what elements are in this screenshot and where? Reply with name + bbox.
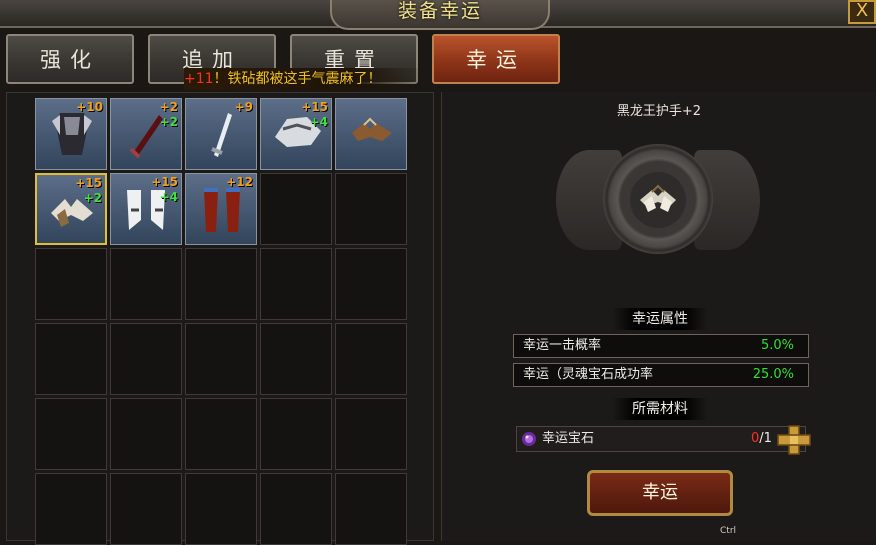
stat-row-soul-gem-rate: 幸运（灵魂宝石成功率 25.0% xyxy=(513,363,809,387)
gauntlets-icon xyxy=(640,184,676,212)
inventory-slot-empty[interactable] xyxy=(335,398,407,470)
item-level: +10 xyxy=(76,100,103,114)
action-hotkey: Ctrl xyxy=(720,526,737,536)
inventory-slot-empty[interactable] xyxy=(35,398,107,470)
inventory-slot-gauntlets-selected[interactable]: +15 +2 xyxy=(35,173,107,245)
item-display-socket[interactable] xyxy=(630,172,686,228)
material-need: /1 xyxy=(759,431,772,446)
item-level: +2 xyxy=(159,100,178,114)
item-level: +9 xyxy=(234,100,253,114)
window-title: 装备幸运 xyxy=(397,0,482,22)
gauntlets-selected-icon xyxy=(51,199,93,227)
inventory-slot-dragon-helm[interactable]: +15 +4 xyxy=(260,98,332,170)
red-pants-icon xyxy=(204,188,240,232)
tab-enhance[interactable]: 强化 xyxy=(6,34,134,84)
inventory-slot-empty[interactable] xyxy=(335,473,407,545)
item-bonus: +2 xyxy=(83,191,102,205)
inventory-slot-red-pants[interactable]: +12 xyxy=(185,173,257,245)
item-level: +15 xyxy=(301,100,328,114)
inventory-slot-empty[interactable] xyxy=(35,473,107,545)
inventory-slot-armor[interactable]: +10 xyxy=(35,98,107,170)
stat-value: 5.0% xyxy=(760,338,794,353)
inventory-slot-empty[interactable] xyxy=(260,323,332,395)
stat-label: 幸运（灵魂宝石成功率 xyxy=(523,367,654,382)
inventory-slot-empty[interactable] xyxy=(260,473,332,545)
inventory-slot-empty[interactable] xyxy=(110,248,182,320)
inventory-slot-empty[interactable] xyxy=(335,173,407,245)
inventory-slot-gauntlets[interactable] xyxy=(335,98,407,170)
inventory-slot-white-sword[interactable]: +9 xyxy=(185,98,257,170)
material-name: 幸运宝石 xyxy=(542,431,595,446)
item-bonus: +4 xyxy=(309,115,328,129)
material-count: 0/1 xyxy=(751,427,772,451)
tab-luck[interactable]: 幸运 xyxy=(432,34,560,84)
inventory-slot-empty[interactable] xyxy=(185,323,257,395)
item-level: +15 xyxy=(151,175,178,189)
inventory-slot-empty[interactable] xyxy=(35,248,107,320)
window-title-plate: 装备幸运 xyxy=(330,0,550,30)
white-sword-icon xyxy=(211,113,232,157)
material-row: 幸运宝石 0/1 xyxy=(516,426,806,452)
armor-icon xyxy=(52,113,92,155)
add-material-plus-icon[interactable] xyxy=(774,424,814,456)
close-button[interactable]: X xyxy=(848,0,876,24)
luck-gem-icon xyxy=(522,432,536,446)
gauntlets-icon xyxy=(352,117,392,141)
inventory-slot-empty[interactable] xyxy=(110,323,182,395)
materials-title: 所需材料 xyxy=(612,398,708,420)
inventory-slot-empty[interactable] xyxy=(110,473,182,545)
stat-label: 幸运一击概率 xyxy=(523,338,602,353)
item-bonus: +2 xyxy=(159,115,178,129)
inventory-slot-empty[interactable] xyxy=(110,398,182,470)
inventory-slot-empty[interactable] xyxy=(185,398,257,470)
item-bonus: +4 xyxy=(159,190,178,204)
inventory-slot-empty[interactable] xyxy=(335,323,407,395)
inventory-slot-empty[interactable] xyxy=(260,248,332,320)
inventory-slot-dark-sword[interactable]: +2 +2 xyxy=(110,98,182,170)
selected-item-name: 黑龙王护手+2 xyxy=(616,104,702,119)
inventory-slot-empty[interactable] xyxy=(185,248,257,320)
inventory-slot-empty[interactable] xyxy=(260,398,332,470)
stat-value: 25.0% xyxy=(752,367,794,382)
luck-action-button[interactable]: 幸运 xyxy=(587,470,733,516)
item-level: +15 xyxy=(75,176,102,190)
notice-text: ！铁砧都被这手气震麻了！ xyxy=(213,71,382,87)
inventory-slot-empty[interactable] xyxy=(335,248,407,320)
white-boots-icon xyxy=(127,190,165,230)
luck-attributes-title: 幸运属性 xyxy=(612,308,708,330)
inventory-slot-empty[interactable] xyxy=(185,473,257,545)
system-notice: +11！铁砧都被这手气震麻了！ xyxy=(184,68,424,90)
dragon-helm-icon xyxy=(275,117,321,147)
item-level: +12 xyxy=(226,175,253,189)
inventory-slot-white-boots[interactable]: +15 +4 xyxy=(110,173,182,245)
inventory-slot-empty[interactable] xyxy=(35,323,107,395)
inventory-slot-empty[interactable] xyxy=(260,173,332,245)
dark-sword-icon xyxy=(129,115,163,159)
stat-row-luck-strike: 幸运一击概率 5.0% xyxy=(513,334,809,358)
notice-level: +11 xyxy=(184,71,214,87)
